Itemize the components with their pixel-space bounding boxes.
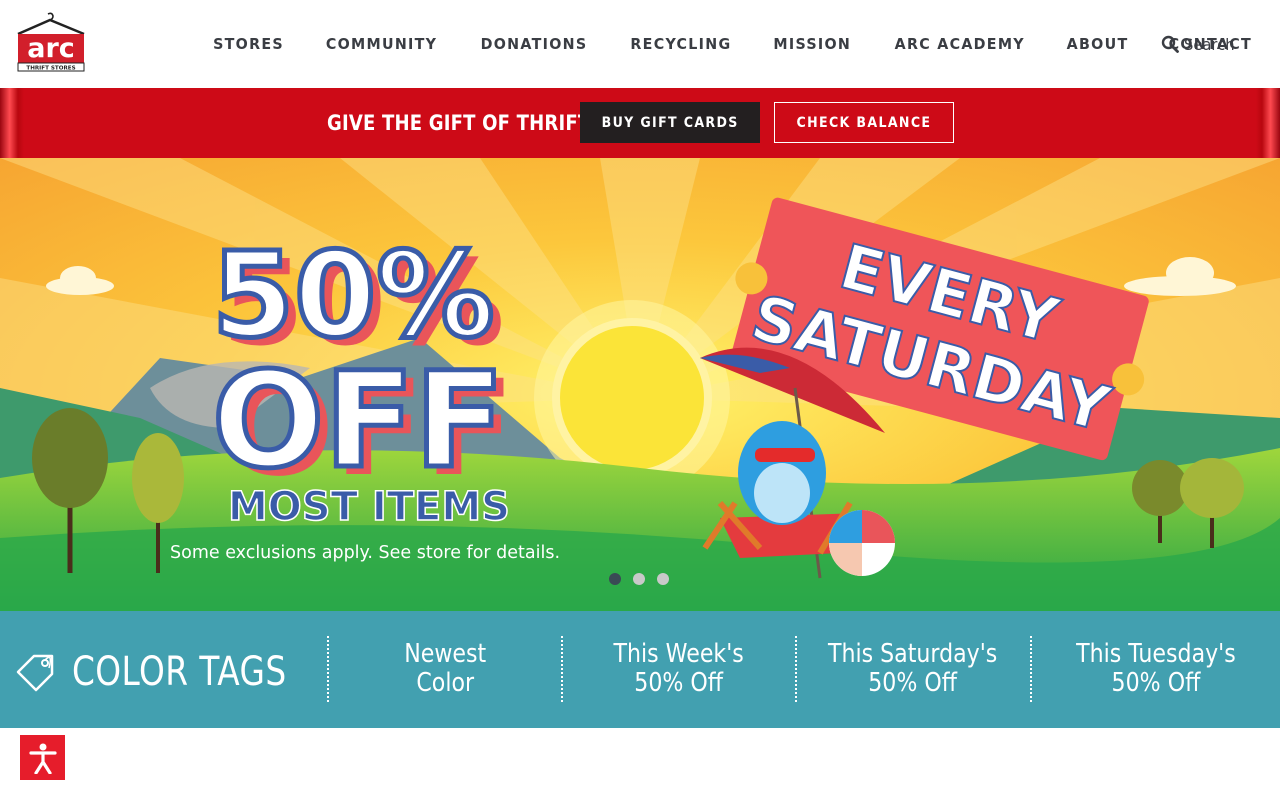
slide-dots <box>609 573 681 585</box>
svg-text:arc: arc <box>27 33 75 64</box>
buy-gift-cards-label: BUY GIFT CARDS <box>601 114 739 131</box>
slide-dot-1[interactable] <box>609 573 621 585</box>
check-balance-button[interactable]: CHECK BALANCE <box>774 102 954 143</box>
arc-logo[interactable]: arc THRIFT STORES <box>14 12 90 74</box>
color-tag-link-2[interactable]: This Week's 50% Off <box>561 636 795 702</box>
nav-item-about[interactable]: ABOUT <box>1067 35 1129 53</box>
search-button[interactable]: Search <box>1161 32 1239 56</box>
search-label: Search <box>1184 34 1235 54</box>
nav-item-community[interactable]: COMMUNITY <box>326 35 437 53</box>
promo-text: GIVE THE GIFT OF THRIFT! <box>327 111 599 135</box>
site-header: arc THRIFT STORES STORES COMMUNITY DONATIO… <box>0 0 1280 88</box>
buy-gift-cards-button[interactable]: BUY GIFT CARDS <box>580 102 760 143</box>
color-tags-title[interactable]: COLOR TAGS <box>14 649 334 695</box>
nav-item-recycling[interactable]: RECYCLING <box>631 35 732 53</box>
accessibility-icon <box>28 743 57 774</box>
svg-text:THRIFT STORES: THRIFT STORES <box>26 66 75 72</box>
svg-text:Some exclusions apply. See sto: Some exclusions apply. See store for det… <box>170 543 560 563</box>
curtain-left <box>0 88 24 158</box>
hero-slide[interactable]: 50% 50% OFF OFF MOST ITEMS Some exclusio… <box>0 158 1280 611</box>
nav-item-donations[interactable]: DONATIONS <box>481 35 588 53</box>
nav-item-mission[interactable]: MISSION <box>773 35 851 53</box>
color-tag-label: This Week's 50% Off <box>613 639 745 698</box>
color-tag-label: This Tuesday's 50% Off <box>1076 639 1236 698</box>
main-nav: STORES COMMUNITY DONATIONS RECYCLING MISSION… <box>193 0 1273 88</box>
check-balance-label: CHECK BALANCE <box>796 114 932 131</box>
sale-headline: 50% 50% OFF OFF MOST ITEMS Some exclusio… <box>170 224 560 564</box>
color-tag-link-1[interactable]: Newest Color <box>327 636 561 702</box>
curtain-right <box>1256 88 1280 158</box>
nav-item-arc-academy[interactable]: ARC ACADEMY <box>894 35 1024 53</box>
svg-text:OFF: OFF <box>212 344 505 498</box>
slide-dot-2[interactable] <box>633 573 645 585</box>
color-tag-label: This Saturday's 50% Off <box>828 639 998 698</box>
slide-dot-3[interactable] <box>657 573 669 585</box>
color-tag-link-4[interactable]: This Tuesday's 50% Off <box>1030 636 1280 702</box>
search-icon <box>1161 35 1179 53</box>
hero-illustration: 50% 50% OFF OFF MOST ITEMS Some exclusio… <box>0 158 1280 611</box>
accessibility-button[interactable] <box>20 735 65 780</box>
color-tag-link-3[interactable]: This Saturday's 50% Off <box>795 636 1029 702</box>
color-tags-label: COLOR TAGS <box>72 649 287 695</box>
nav-item-stores[interactable]: STORES <box>213 35 284 53</box>
svg-text:MOST ITEMS: MOST ITEMS <box>228 484 510 530</box>
color-tags-bar: COLOR TAGS Newest Color This Week's 50% O… <box>0 611 1280 728</box>
tag-icon <box>16 654 54 692</box>
color-tag-label: Newest Color <box>403 639 486 698</box>
